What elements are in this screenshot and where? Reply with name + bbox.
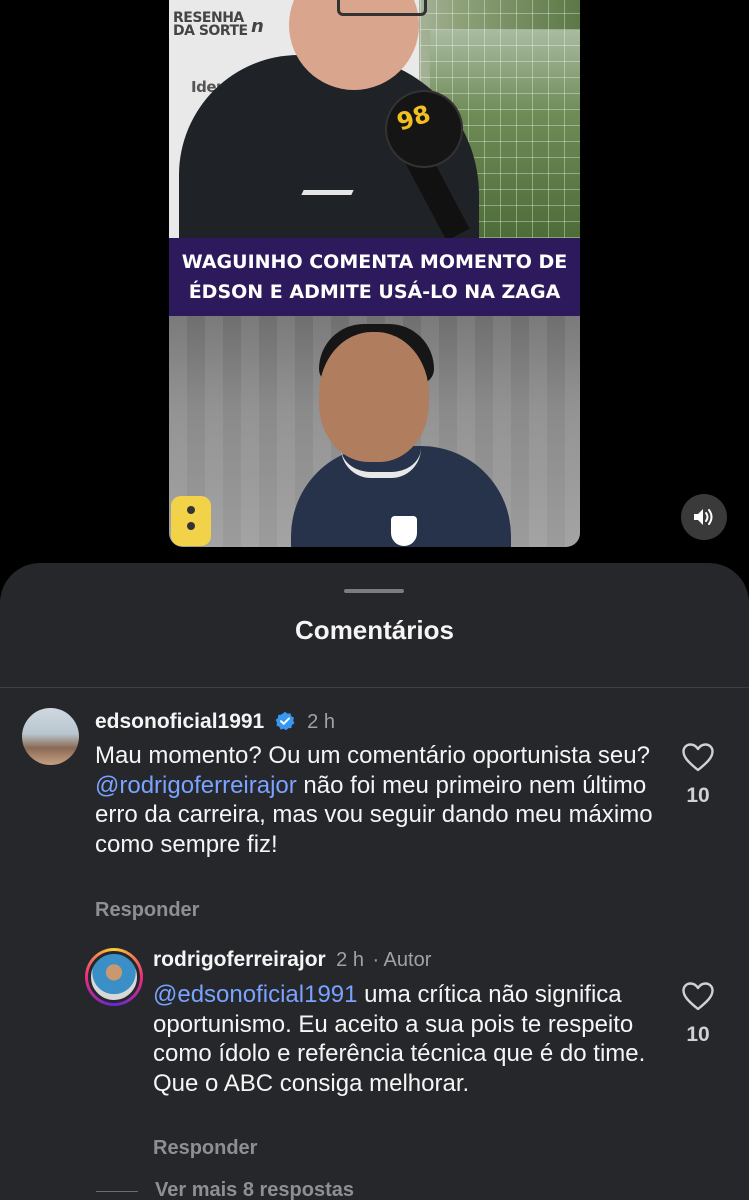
shirt-logo: [294, 190, 354, 210]
comment-body: Mau momento? Ou um comentário oportunist…: [95, 742, 653, 858]
avatar[interactable]: [85, 948, 143, 1006]
divider: [0, 687, 749, 688]
sound-toggle-button[interactable]: [681, 494, 727, 540]
headline-line-2: ÉDSON E ADMITE USÁ-LO NA ZAGA: [188, 281, 561, 303]
replies-divider: [96, 1191, 138, 1192]
heart-icon: [682, 743, 714, 772]
mention-link[interactable]: @rodrigoferreirajor: [95, 772, 297, 799]
comment-body: @edsonoficial1991 uma crítica não signif…: [153, 981, 646, 1097]
glasses: [337, 0, 427, 16]
author-tag: · Autor: [372, 949, 432, 971]
sheet-title: Comentários: [295, 615, 454, 645]
microphone: 98: [385, 90, 463, 168]
avatar-image: [88, 951, 140, 1003]
reply-button[interactable]: Responder: [95, 899, 199, 922]
like-button[interactable]: 10: [678, 982, 718, 1047]
comment-header: rodrigoferreirajor 2 h · Autor: [153, 948, 653, 972]
comment-time: 2 h: [307, 711, 335, 733]
headline-line-1: WAGUINHO COMENTA MOMENTO DE: [181, 251, 568, 273]
speaker-icon: [694, 509, 713, 525]
like-count: 10: [686, 1023, 710, 1046]
sheet-drag-handle[interactable]: [344, 589, 404, 593]
video-headline: WAGUINHO COMENTA MOMENTO DE ÉDSON E ADMI…: [169, 238, 580, 316]
verified-badge-icon: [275, 711, 295, 731]
comment-username[interactable]: edsonoficial1991: [95, 710, 264, 733]
sponsor-brand: n: [251, 16, 264, 37]
comments-sheet: Comentários edsonoficial1991 2 h Mau mom…: [0, 563, 749, 1200]
comment-username[interactable]: rodrigoferreirajor: [153, 948, 326, 971]
mention-link[interactable]: @edsonoficial1991: [153, 981, 358, 1008]
like-button[interactable]: 10: [678, 743, 718, 808]
club-badge: [391, 516, 417, 546]
video-frame-player: [169, 316, 580, 547]
comment-time: 2 h: [336, 949, 364, 971]
video-frame-interview: RESENHA DA SORTE n Identy 98: [169, 0, 580, 285]
reply-button[interactable]: Responder: [153, 1137, 257, 1160]
whistle-hole: [187, 506, 195, 514]
radio-logo: 98: [393, 99, 434, 137]
avatar[interactable]: [22, 708, 79, 765]
player-head: [319, 332, 429, 462]
video-player[interactable]: RESENHA DA SORTE n Identy 98 WAGUINHO CO…: [169, 0, 580, 547]
whistle-hole: [187, 522, 195, 530]
heart-icon: [682, 982, 714, 1011]
whistle: [171, 496, 211, 546]
sponsor-logo: RESENHA DA SORTE: [173, 10, 248, 39]
like-count: 10: [686, 784, 710, 807]
comment-header: edsonoficial1991 2 h: [95, 710, 655, 734]
view-more-replies-button[interactable]: Ver mais 8 respostas: [155, 1179, 354, 1200]
